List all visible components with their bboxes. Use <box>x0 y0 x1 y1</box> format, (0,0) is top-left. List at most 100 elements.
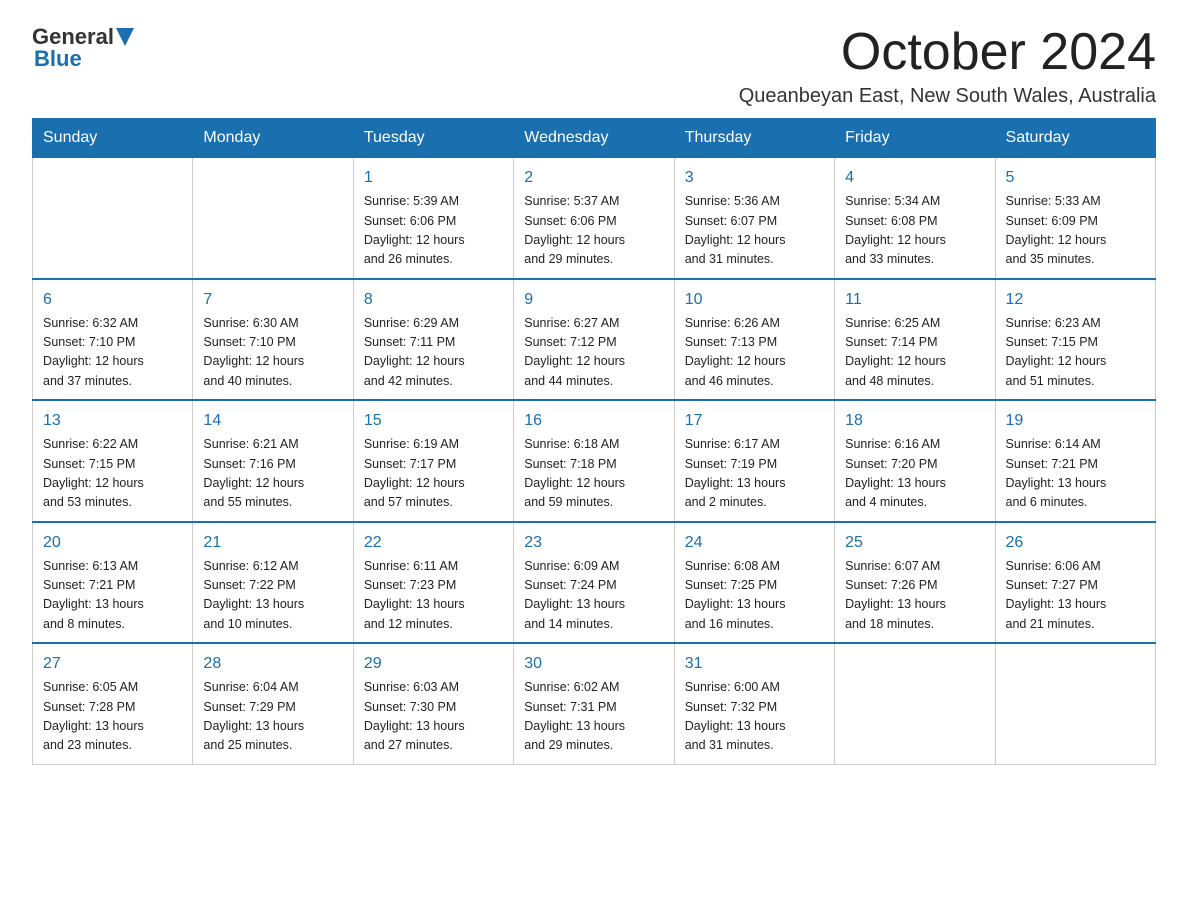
calendar-cell: 15Sunrise: 6:19 AMSunset: 7:17 PMDayligh… <box>353 400 513 522</box>
calendar-week-row: 6Sunrise: 6:32 AMSunset: 7:10 PMDaylight… <box>33 279 1156 401</box>
calendar-cell: 27Sunrise: 6:05 AMSunset: 7:28 PMDayligh… <box>33 643 193 764</box>
day-number: 7 <box>203 288 342 312</box>
calendar-cell: 16Sunrise: 6:18 AMSunset: 7:18 PMDayligh… <box>514 400 674 522</box>
calendar-cell: 13Sunrise: 6:22 AMSunset: 7:15 PMDayligh… <box>33 400 193 522</box>
calendar-cell: 9Sunrise: 6:27 AMSunset: 7:12 PMDaylight… <box>514 279 674 401</box>
calendar-cell <box>995 643 1155 764</box>
day-info: Sunrise: 6:11 AMSunset: 7:23 PMDaylight:… <box>364 557 503 635</box>
day-info: Sunrise: 5:39 AMSunset: 6:06 PMDaylight:… <box>364 192 503 270</box>
calendar-cell: 26Sunrise: 6:06 AMSunset: 7:27 PMDayligh… <box>995 522 1155 644</box>
day-number: 19 <box>1006 409 1145 433</box>
header-tuesday: Tuesday <box>353 119 513 158</box>
calendar-cell: 28Sunrise: 6:04 AMSunset: 7:29 PMDayligh… <box>193 643 353 764</box>
day-number: 21 <box>203 531 342 555</box>
calendar-cell <box>193 158 353 279</box>
day-info: Sunrise: 6:08 AMSunset: 7:25 PMDaylight:… <box>685 557 824 635</box>
day-number: 28 <box>203 652 342 676</box>
day-info: Sunrise: 6:21 AMSunset: 7:16 PMDaylight:… <box>203 435 342 513</box>
header-monday: Monday <box>193 119 353 158</box>
day-info: Sunrise: 6:32 AMSunset: 7:10 PMDaylight:… <box>43 314 182 392</box>
calendar-cell: 20Sunrise: 6:13 AMSunset: 7:21 PMDayligh… <box>33 522 193 644</box>
calendar-week-row: 20Sunrise: 6:13 AMSunset: 7:21 PMDayligh… <box>33 522 1156 644</box>
calendar-cell: 31Sunrise: 6:00 AMSunset: 7:32 PMDayligh… <box>674 643 834 764</box>
logo-triangle-icon <box>116 28 134 48</box>
calendar-cell: 22Sunrise: 6:11 AMSunset: 7:23 PMDayligh… <box>353 522 513 644</box>
logo: General Blue <box>32 24 134 72</box>
calendar-cell: 11Sunrise: 6:25 AMSunset: 7:14 PMDayligh… <box>835 279 995 401</box>
day-info: Sunrise: 6:03 AMSunset: 7:30 PMDaylight:… <box>364 678 503 756</box>
header-saturday: Saturday <box>995 119 1155 158</box>
day-number: 30 <box>524 652 663 676</box>
calendar-cell: 6Sunrise: 6:32 AMSunset: 7:10 PMDaylight… <box>33 279 193 401</box>
day-info: Sunrise: 6:00 AMSunset: 7:32 PMDaylight:… <box>685 678 824 756</box>
calendar-cell: 21Sunrise: 6:12 AMSunset: 7:22 PMDayligh… <box>193 522 353 644</box>
logo-blue-text: Blue <box>34 46 82 71</box>
calendar-week-row: 27Sunrise: 6:05 AMSunset: 7:28 PMDayligh… <box>33 643 1156 764</box>
day-number: 2 <box>524 166 663 190</box>
calendar-cell <box>835 643 995 764</box>
day-number: 26 <box>1006 531 1145 555</box>
day-number: 23 <box>524 531 663 555</box>
day-info: Sunrise: 6:16 AMSunset: 7:20 PMDaylight:… <box>845 435 984 513</box>
calendar-cell: 8Sunrise: 6:29 AMSunset: 7:11 PMDaylight… <box>353 279 513 401</box>
calendar-cell: 24Sunrise: 6:08 AMSunset: 7:25 PMDayligh… <box>674 522 834 644</box>
day-number: 18 <box>845 409 984 433</box>
header-wednesday: Wednesday <box>514 119 674 158</box>
day-number: 3 <box>685 166 824 190</box>
calendar-cell: 23Sunrise: 6:09 AMSunset: 7:24 PMDayligh… <box>514 522 674 644</box>
calendar-cell: 1Sunrise: 5:39 AMSunset: 6:06 PMDaylight… <box>353 158 513 279</box>
day-number: 1 <box>364 166 503 190</box>
day-number: 17 <box>685 409 824 433</box>
header-thursday: Thursday <box>674 119 834 158</box>
calendar-cell: 5Sunrise: 5:33 AMSunset: 6:09 PMDaylight… <box>995 158 1155 279</box>
day-info: Sunrise: 6:05 AMSunset: 7:28 PMDaylight:… <box>43 678 182 756</box>
calendar-cell: 7Sunrise: 6:30 AMSunset: 7:10 PMDaylight… <box>193 279 353 401</box>
day-number: 11 <box>845 288 984 312</box>
day-number: 15 <box>364 409 503 433</box>
day-info: Sunrise: 6:19 AMSunset: 7:17 PMDaylight:… <box>364 435 503 513</box>
calendar-cell: 4Sunrise: 5:34 AMSunset: 6:08 PMDaylight… <box>835 158 995 279</box>
day-number: 16 <box>524 409 663 433</box>
day-info: Sunrise: 5:36 AMSunset: 6:07 PMDaylight:… <box>685 192 824 270</box>
calendar-cell: 2Sunrise: 5:37 AMSunset: 6:06 PMDaylight… <box>514 158 674 279</box>
day-info: Sunrise: 6:30 AMSunset: 7:10 PMDaylight:… <box>203 314 342 392</box>
calendar-cell: 25Sunrise: 6:07 AMSunset: 7:26 PMDayligh… <box>835 522 995 644</box>
header-sunday: Sunday <box>33 119 193 158</box>
calendar-cell <box>33 158 193 279</box>
day-number: 12 <box>1006 288 1145 312</box>
title-area: October 2024 Queanbeyan East, New South … <box>739 24 1156 108</box>
day-info: Sunrise: 6:22 AMSunset: 7:15 PMDaylight:… <box>43 435 182 513</box>
day-number: 14 <box>203 409 342 433</box>
calendar-cell: 3Sunrise: 5:36 AMSunset: 6:07 PMDaylight… <box>674 158 834 279</box>
day-info: Sunrise: 6:14 AMSunset: 7:21 PMDaylight:… <box>1006 435 1145 513</box>
day-info: Sunrise: 5:37 AMSunset: 6:06 PMDaylight:… <box>524 192 663 270</box>
day-number: 25 <box>845 531 984 555</box>
day-number: 6 <box>43 288 182 312</box>
day-number: 4 <box>845 166 984 190</box>
calendar-cell: 18Sunrise: 6:16 AMSunset: 7:20 PMDayligh… <box>835 400 995 522</box>
day-number: 10 <box>685 288 824 312</box>
calendar-cell: 12Sunrise: 6:23 AMSunset: 7:15 PMDayligh… <box>995 279 1155 401</box>
day-info: Sunrise: 6:25 AMSunset: 7:14 PMDaylight:… <box>845 314 984 392</box>
day-info: Sunrise: 6:23 AMSunset: 7:15 PMDaylight:… <box>1006 314 1145 392</box>
calendar-cell: 29Sunrise: 6:03 AMSunset: 7:30 PMDayligh… <box>353 643 513 764</box>
header-friday: Friday <box>835 119 995 158</box>
day-info: Sunrise: 6:27 AMSunset: 7:12 PMDaylight:… <box>524 314 663 392</box>
calendar-cell: 30Sunrise: 6:02 AMSunset: 7:31 PMDayligh… <box>514 643 674 764</box>
day-info: Sunrise: 6:13 AMSunset: 7:21 PMDaylight:… <box>43 557 182 635</box>
location-subtitle: Queanbeyan East, New South Wales, Austra… <box>739 85 1156 108</box>
day-info: Sunrise: 5:33 AMSunset: 6:09 PMDaylight:… <box>1006 192 1145 270</box>
calendar-header-row: SundayMondayTuesdayWednesdayThursdayFrid… <box>33 119 1156 158</box>
month-title: October 2024 <box>739 24 1156 81</box>
day-info: Sunrise: 6:12 AMSunset: 7:22 PMDaylight:… <box>203 557 342 635</box>
day-number: 8 <box>364 288 503 312</box>
calendar-cell: 14Sunrise: 6:21 AMSunset: 7:16 PMDayligh… <box>193 400 353 522</box>
calendar-week-row: 1Sunrise: 5:39 AMSunset: 6:06 PMDaylight… <box>33 158 1156 279</box>
day-number: 27 <box>43 652 182 676</box>
day-info: Sunrise: 6:29 AMSunset: 7:11 PMDaylight:… <box>364 314 503 392</box>
day-info: Sunrise: 6:04 AMSunset: 7:29 PMDaylight:… <box>203 678 342 756</box>
day-number: 24 <box>685 531 824 555</box>
calendar-week-row: 13Sunrise: 6:22 AMSunset: 7:15 PMDayligh… <box>33 400 1156 522</box>
day-number: 20 <box>43 531 182 555</box>
day-info: Sunrise: 6:18 AMSunset: 7:18 PMDaylight:… <box>524 435 663 513</box>
